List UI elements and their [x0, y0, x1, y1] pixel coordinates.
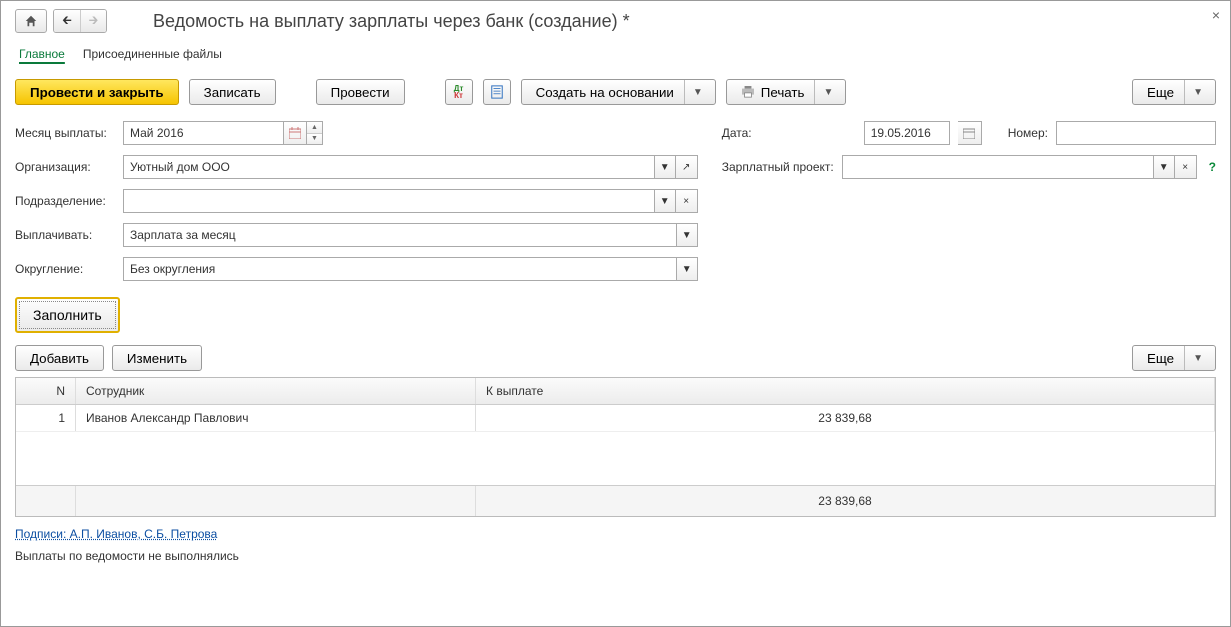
print-button[interactable]: Печать ▼ — [726, 79, 847, 105]
tab-files[interactable]: Присоединенные файлы — [83, 43, 222, 65]
date-input[interactable]: 19.05.2016 — [864, 121, 950, 145]
chevron-down-icon: ▼ — [1193, 353, 1203, 364]
pay-input[interactable]: Зарплата за месяц — [123, 223, 676, 247]
label-dept: Подразделение: — [15, 194, 123, 208]
date-calendar-icon[interactable] — [958, 121, 982, 145]
label-org: Организация: — [15, 160, 123, 174]
top-nav: 🡰 🡲 Ведомость на выплату зарплаты через … — [15, 9, 1216, 33]
report-icon-button[interactable] — [483, 79, 511, 105]
more-label: Еще — [1147, 85, 1174, 100]
edit-button[interactable]: Изменить — [112, 345, 202, 371]
table-footer: 23 839,68 — [16, 485, 1215, 516]
main-toolbar: Провести и закрыть Записать Провести ДтК… — [15, 79, 1216, 105]
project-input[interactable] — [842, 155, 1153, 179]
total-amount: 23 839,68 — [476, 486, 1215, 516]
dept-clear[interactable]: × — [676, 189, 698, 213]
table-toolbar: Добавить Изменить Еще ▼ — [15, 345, 1216, 371]
create-based-label: Создать на основании — [536, 85, 674, 100]
table-row[interactable]: 1 Иванов Александр Павлович 23 839,68 — [16, 405, 1215, 432]
month-input[interactable]: Май 2016 — [123, 121, 283, 145]
more-button[interactable]: Еще ▼ — [1132, 79, 1216, 105]
cell-n: 1 — [16, 405, 76, 431]
post-button[interactable]: Провести — [316, 79, 405, 105]
table-more-button[interactable]: Еще ▼ — [1132, 345, 1216, 371]
create-based-button[interactable]: Создать на основании ▼ — [521, 79, 716, 105]
table-body: 1 Иванов Александр Павлович 23 839,68 — [16, 405, 1215, 485]
history-nav: 🡰 🡲 — [53, 9, 107, 33]
print-label: Печать — [761, 85, 805, 100]
chevron-down-icon: ▼ — [1193, 87, 1203, 98]
dtct-icon-button[interactable]: ДтКт — [445, 79, 473, 105]
calendar-icon[interactable] — [283, 121, 307, 145]
org-input[interactable]: Уютный дом ООО — [123, 155, 654, 179]
label-month: Месяц выплаты: — [15, 126, 123, 140]
table-header: N Сотрудник К выплате — [16, 378, 1215, 405]
help-icon[interactable]: ? — [1209, 160, 1216, 174]
label-date: Дата: — [722, 126, 768, 140]
label-round: Округление: — [15, 262, 123, 276]
org-open[interactable]: ↗ — [676, 155, 698, 179]
th-amt[interactable]: К выплате — [476, 378, 1215, 404]
round-input[interactable]: Без округления — [123, 257, 676, 281]
tabs: Главное Присоединенные файлы — [15, 43, 1216, 65]
cell-emp: Иванов Александр Павлович — [76, 405, 476, 431]
home-button[interactable] — [15, 9, 47, 33]
table-more-label: Еще — [1147, 351, 1174, 366]
forward-button[interactable]: 🡲 — [80, 10, 106, 32]
cell-amt: 23 839,68 — [476, 405, 1215, 431]
fill-button[interactable]: Заполнить — [15, 297, 120, 333]
label-project: Зарплатный проект: — [722, 160, 834, 174]
form: Месяц выплаты: Май 2016 ▲▼ Организация: … — [15, 121, 1216, 291]
round-dropdown[interactable]: ▼ — [676, 257, 698, 281]
dept-input[interactable] — [123, 189, 654, 213]
tab-main[interactable]: Главное — [19, 43, 65, 65]
project-clear[interactable]: × — [1175, 155, 1197, 179]
chevron-down-icon: ▼ — [693, 87, 703, 98]
close-icon[interactable]: × — [1212, 7, 1220, 23]
number-input[interactable] — [1056, 121, 1216, 145]
label-pay: Выплачивать: — [15, 228, 123, 242]
write-button[interactable]: Записать — [189, 79, 276, 105]
pay-dropdown[interactable]: ▼ — [676, 223, 698, 247]
add-button[interactable]: Добавить — [15, 345, 104, 371]
month-spin[interactable]: ▲▼ — [307, 121, 323, 145]
signatures-link[interactable]: Подписи: А.П. Иванов, С.Б. Петрова — [15, 527, 217, 541]
printer-icon — [741, 86, 755, 98]
org-dropdown[interactable]: ▼ — [654, 155, 676, 179]
post-close-button[interactable]: Провести и закрыть — [15, 79, 179, 105]
app-window: × 🡰 🡲 Ведомость на выплату зарплаты чере… — [0, 0, 1231, 627]
employee-table: N Сотрудник К выплате 1 Иванов Александр… — [15, 377, 1216, 517]
page-title: Ведомость на выплату зарплаты через банк… — [153, 11, 630, 32]
th-n[interactable]: N — [16, 378, 76, 404]
label-number: Номер: — [1008, 126, 1048, 140]
payment-status: Выплаты по ведомости не выполнялись — [15, 549, 1216, 563]
th-emp[interactable]: Сотрудник — [76, 378, 476, 404]
back-button[interactable]: 🡰 — [54, 10, 80, 32]
chevron-down-icon: ▼ — [823, 87, 833, 98]
dept-dropdown[interactable]: ▼ — [654, 189, 676, 213]
project-dropdown[interactable]: ▼ — [1153, 155, 1175, 179]
